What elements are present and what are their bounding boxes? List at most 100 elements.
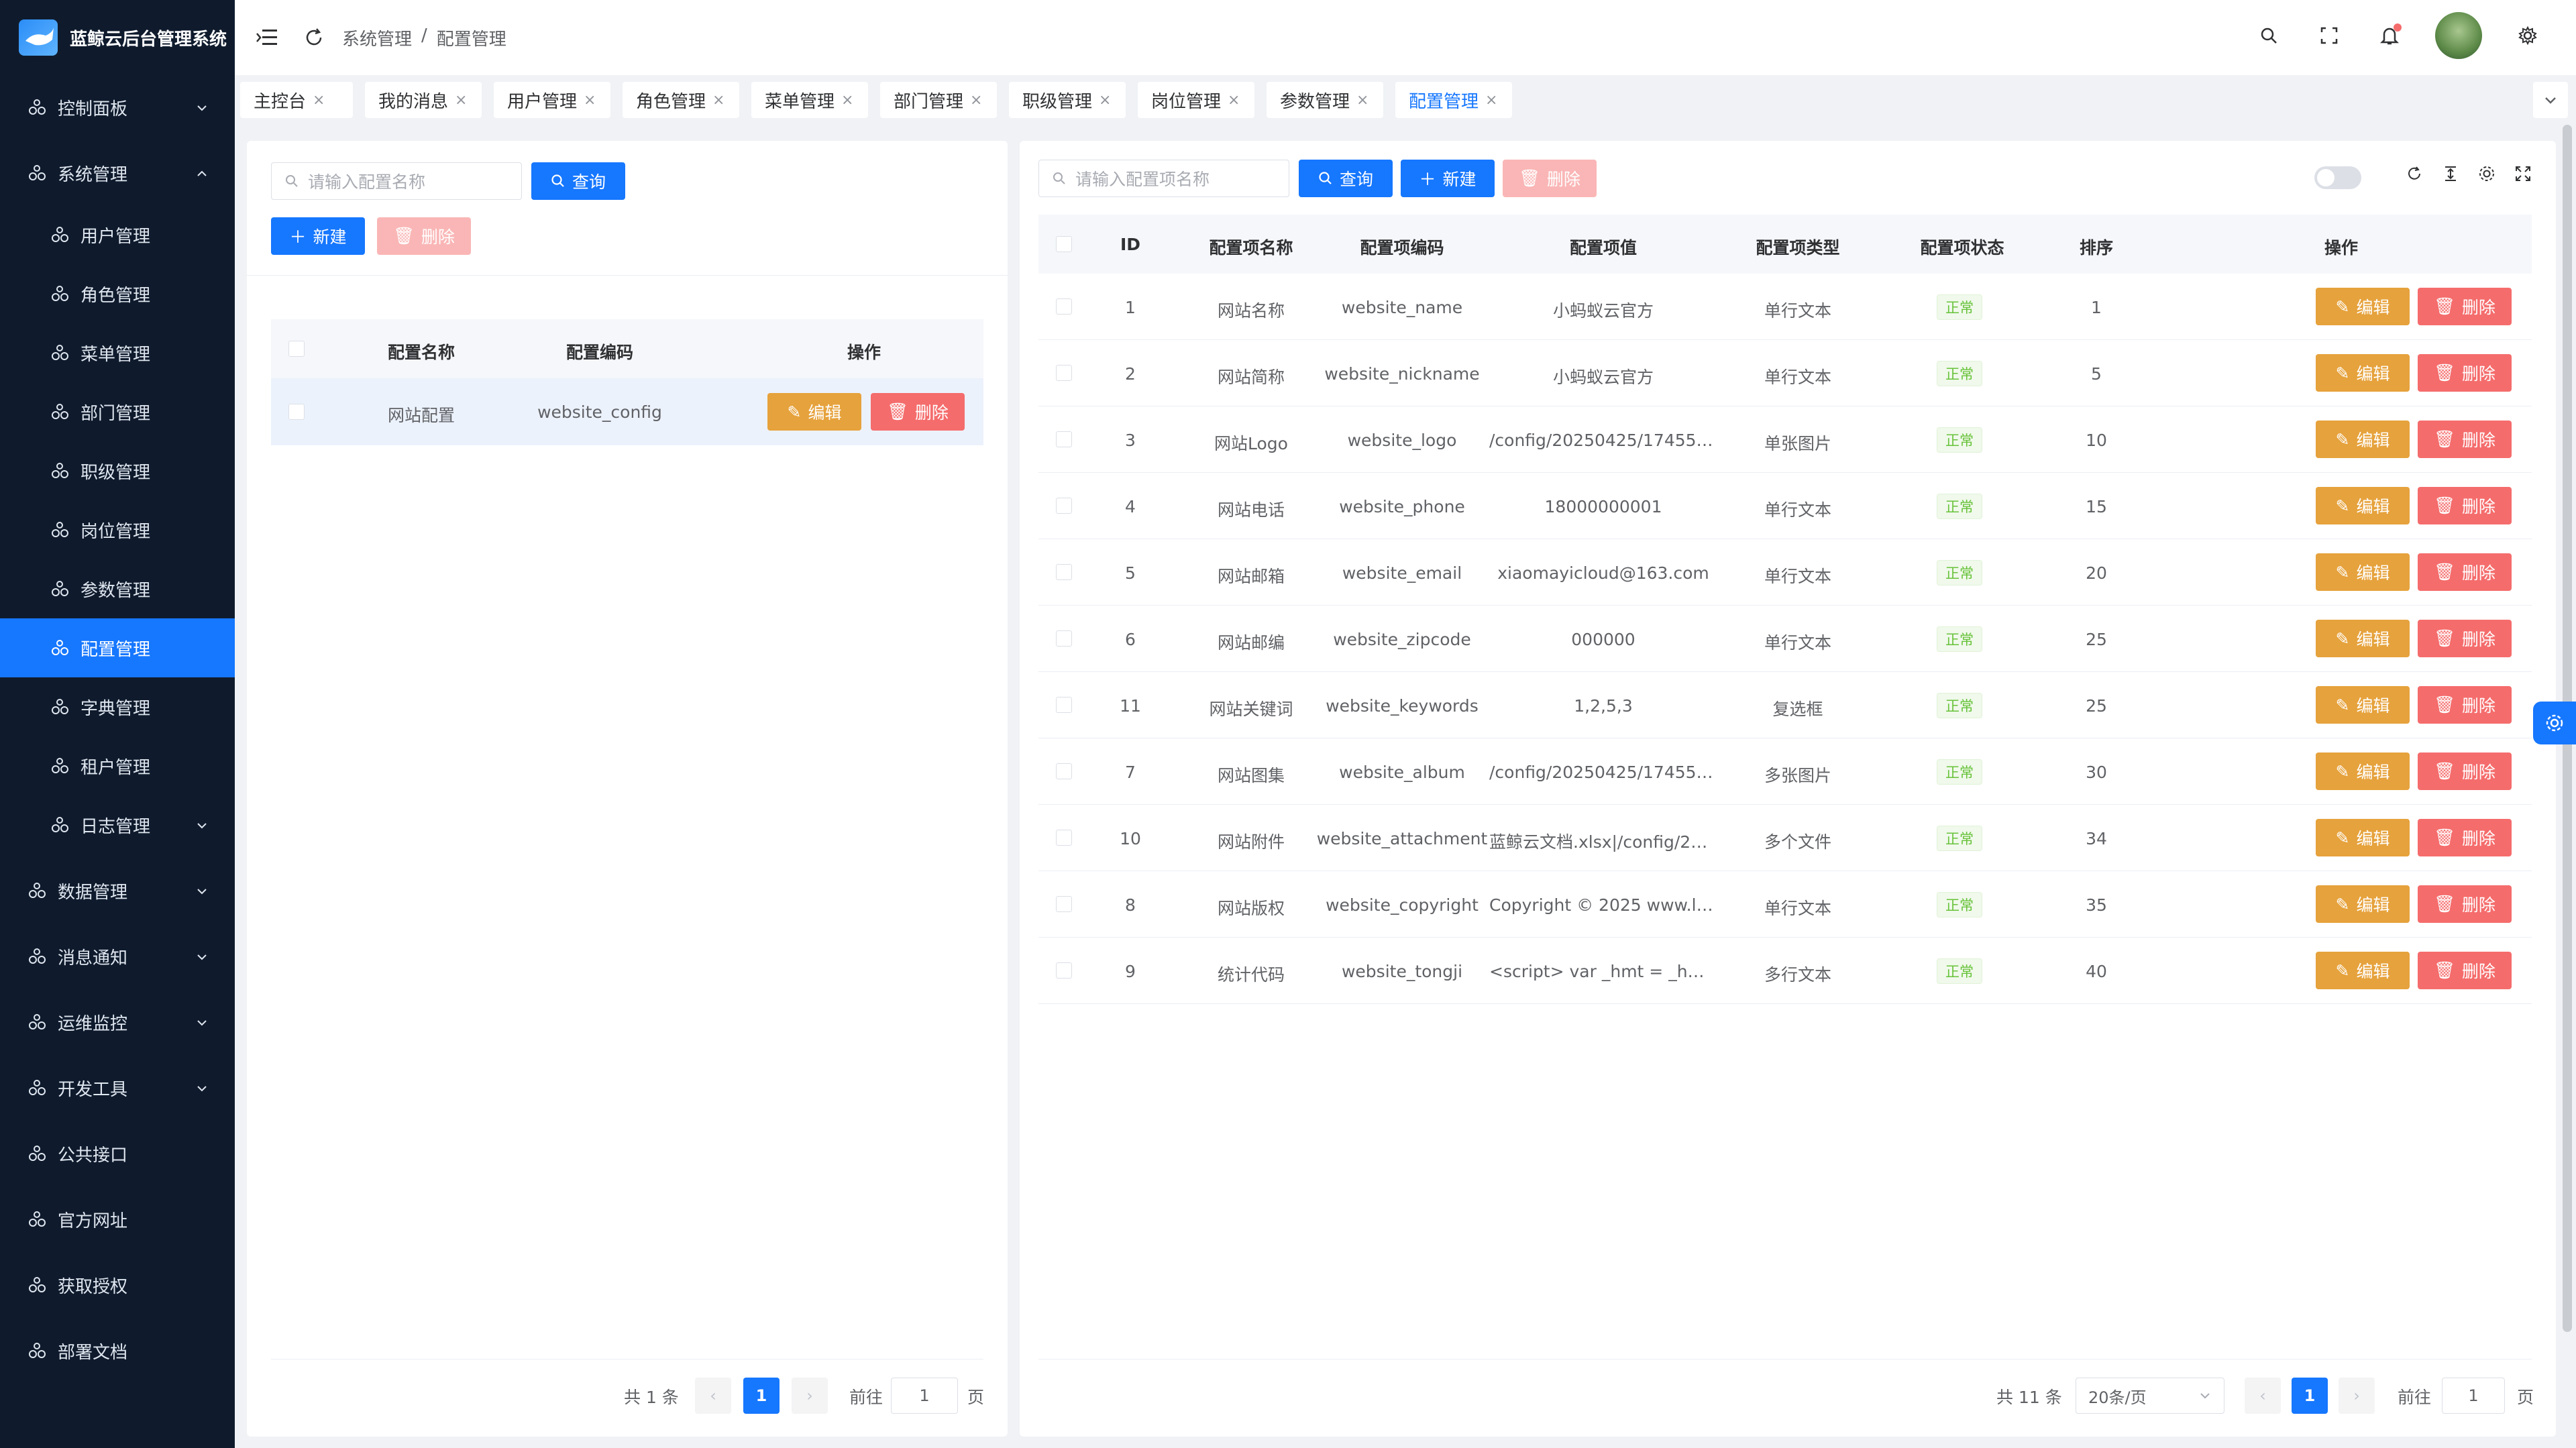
edit-button[interactable]: ✎ 编辑 — [2316, 686, 2410, 724]
row-checkbox[interactable] — [1056, 763, 1072, 779]
sidebar-item[interactable]: 岗位管理 — [0, 500, 235, 559]
row-checkbox[interactable] — [1056, 298, 1072, 315]
prev-page-chevron-left-icon[interactable]: ‹ — [2245, 1378, 2281, 1414]
edit-button[interactable]: ✎ 编辑 — [2316, 553, 2410, 591]
row-checkbox[interactable] — [1056, 498, 1072, 514]
edit-button[interactable]: ✎ 编辑 — [2316, 354, 2410, 392]
tab[interactable]: 岗位管理 × — [1138, 82, 1254, 118]
add-config-item-button[interactable]: ＋ 新建 — [1401, 160, 1495, 197]
fullscreen-icon[interactable] — [2314, 21, 2344, 50]
delete-button[interactable]: 🗑 删除 — [2418, 819, 2512, 856]
tab[interactable]: 主控台 × — [240, 82, 353, 118]
breadcrumb-item[interactable]: 系统管理 — [342, 25, 412, 50]
delete-button[interactable]: 🗑 删除 — [2418, 686, 2512, 724]
sidebar-item[interactable]: 消息通知 — [0, 927, 235, 986]
config-item-search-input[interactable]: 请输入配置项名称 — [1038, 160, 1289, 197]
edit-button[interactable]: ✎ 编辑 — [2316, 288, 2410, 325]
app-logo[interactable]: 蓝鲸云后台管理系统 — [0, 0, 235, 75]
sidebar-item[interactable]: 角色管理 — [0, 264, 235, 323]
close-icon[interactable]: × — [1228, 92, 1240, 109]
sidebar-item[interactable]: 系统管理 — [0, 144, 235, 203]
sidebar-item[interactable]: 开发工具 — [0, 1058, 235, 1117]
config-name-search-input[interactable]: 请输入配置名称 — [271, 162, 522, 200]
edit-button[interactable]: ✎ 编辑 — [2316, 885, 2410, 923]
close-icon[interactable]: × — [313, 92, 325, 109]
delete-button[interactable]: 🗑 删除 — [2418, 288, 2512, 325]
delete-button[interactable]: 🗑 删除 — [2418, 885, 2512, 923]
sidebar-item[interactable]: 职级管理 — [0, 441, 235, 500]
settings-gear-icon[interactable] — [2513, 21, 2542, 50]
delete-config-item-button[interactable]: 🗑 删除 — [1503, 160, 1597, 197]
prev-page-chevron-left-icon[interactable]: ‹ — [695, 1378, 731, 1414]
close-icon[interactable]: × — [1356, 92, 1368, 109]
tab[interactable]: 参数管理 × — [1267, 82, 1383, 118]
delete-button[interactable]: 🗑 删除 — [2418, 487, 2512, 524]
sidebar-item[interactable]: 部门管理 — [0, 382, 235, 441]
close-icon[interactable]: × — [1099, 92, 1111, 109]
column-settings-gear-icon[interactable] — [2478, 165, 2496, 182]
row-checkbox[interactable] — [1056, 564, 1072, 580]
tab[interactable]: 部门管理 × — [880, 82, 997, 118]
sidebar-item[interactable]: 租户管理 — [0, 736, 235, 795]
edit-button[interactable]: ✎ 编辑 — [2316, 952, 2410, 989]
select-all-checkbox[interactable] — [1056, 236, 1072, 252]
edit-button[interactable]: ✎ 编辑 — [2316, 753, 2410, 790]
floating-settings-gear-icon[interactable] — [2533, 702, 2576, 744]
sidebar-item[interactable]: 用户管理 — [0, 205, 235, 264]
query-button[interactable]: 查询 — [531, 162, 625, 200]
sidebar-item[interactable]: 字典管理 — [0, 677, 235, 736]
column-height-icon[interactable] — [2442, 165, 2459, 182]
notification-bell-icon[interactable] — [2375, 21, 2404, 50]
edit-button[interactable]: ✎ 编辑 — [2316, 421, 2410, 458]
row-checkbox[interactable] — [1056, 365, 1072, 381]
toggle-switch[interactable] — [2314, 166, 2361, 189]
tab[interactable]: 角色管理 × — [623, 82, 739, 118]
delete-button[interactable]: 🗑 删除 — [2418, 753, 2512, 790]
row-checkbox[interactable] — [1056, 630, 1072, 647]
tab[interactable]: 我的消息 × — [365, 82, 482, 118]
avatar[interactable] — [2435, 12, 2482, 59]
close-icon[interactable]: × — [455, 92, 467, 109]
close-icon[interactable]: × — [1485, 92, 1497, 109]
row-checkbox[interactable] — [1056, 830, 1072, 846]
row-checkbox[interactable] — [288, 404, 305, 420]
close-icon[interactable]: × — [584, 92, 596, 109]
sidebar-item[interactable]: 部署文档 — [0, 1321, 235, 1380]
sidebar-item[interactable]: 控制面板 — [0, 78, 235, 137]
delete-button[interactable]: 🗑 删除 — [2418, 354, 2512, 392]
delete-config-button[interactable]: 🗑 删除 — [377, 217, 471, 255]
close-icon[interactable]: × — [970, 92, 982, 109]
delete-button[interactable]: 🗑 删除 — [2418, 553, 2512, 591]
goto-page-input[interactable]: 1 — [2442, 1378, 2505, 1414]
page-number-button[interactable]: 1 — [2292, 1378, 2328, 1414]
delete-button[interactable]: 🗑 删除 — [2418, 421, 2512, 458]
search-icon[interactable] — [2254, 21, 2284, 50]
collapse-menu-icon[interactable] — [252, 23, 282, 52]
sidebar-item[interactable]: 参数管理 — [0, 559, 235, 618]
sidebar-item[interactable]: 公共接口 — [0, 1124, 235, 1183]
goto-page-input[interactable]: 1 — [891, 1378, 958, 1414]
sidebar-item[interactable]: 数据管理 — [0, 861, 235, 920]
delete-button[interactable]: 🗑 删除 — [871, 393, 965, 431]
close-icon[interactable]: × — [841, 92, 853, 109]
tab[interactable]: 菜单管理 × — [751, 82, 868, 118]
add-config-button[interactable]: ＋ 新建 — [271, 217, 365, 255]
edit-button[interactable]: ✎ 编辑 — [2316, 487, 2410, 524]
delete-button[interactable]: 🗑 删除 — [2418, 620, 2512, 657]
refresh-icon[interactable] — [2406, 165, 2423, 182]
row-checkbox[interactable] — [1056, 896, 1072, 912]
next-page-chevron-right-icon[interactable]: › — [792, 1378, 828, 1414]
tab[interactable]: 用户管理 × — [494, 82, 610, 118]
row-checkbox[interactable] — [1056, 697, 1072, 713]
page-size-select[interactable]: 20条/页 — [2076, 1378, 2224, 1414]
sidebar-item[interactable]: 获取授权 — [0, 1256, 235, 1315]
row-checkbox[interactable] — [1056, 431, 1072, 447]
sidebar-item[interactable]: 日志管理 — [0, 795, 235, 854]
sidebar-item[interactable]: 官方网址 — [0, 1190, 235, 1249]
tab[interactable]: 职级管理 × — [1009, 82, 1126, 118]
query-button[interactable]: 查询 — [1299, 160, 1393, 197]
row-checkbox[interactable] — [1056, 962, 1072, 979]
fullscreen-icon[interactable] — [2514, 165, 2532, 182]
sidebar-item[interactable]: 菜单管理 — [0, 323, 235, 382]
select-all-checkbox[interactable] — [288, 341, 305, 357]
